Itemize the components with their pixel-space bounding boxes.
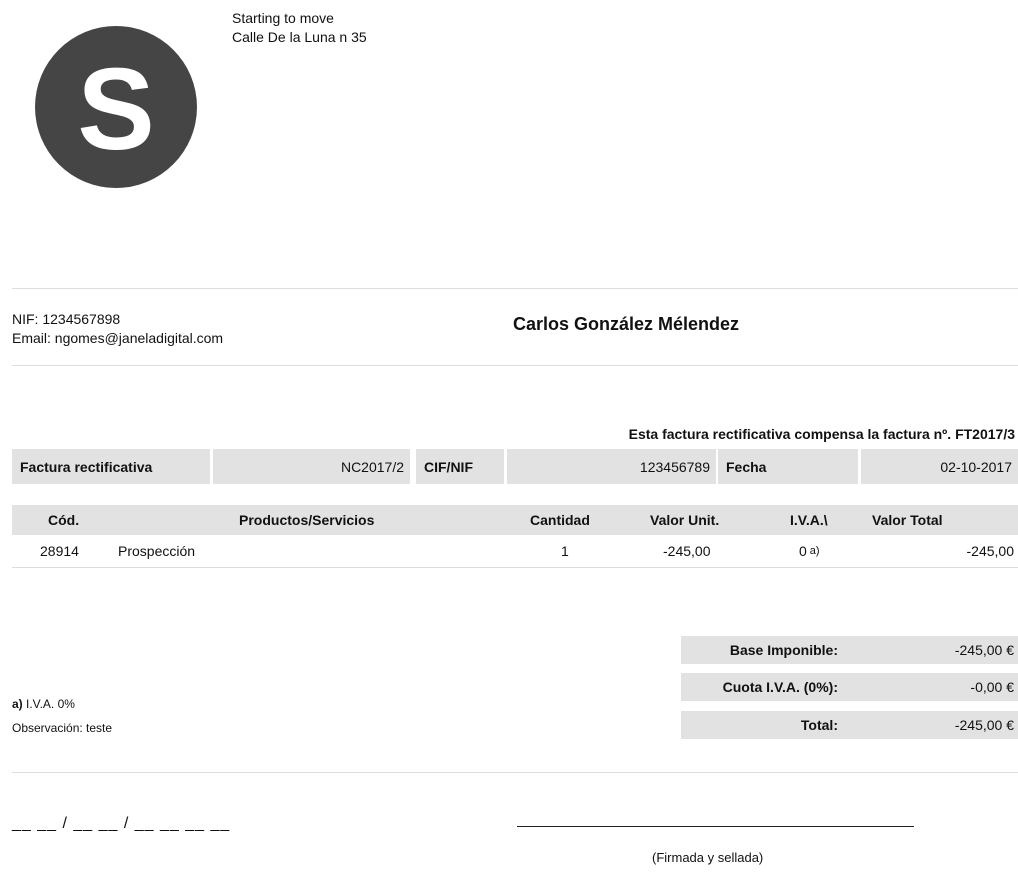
- grand-total-row: Total: -245,00 €: [681, 711, 1018, 739]
- compensation-note: Esta factura rectificativa compensa la f…: [628, 426, 1015, 442]
- items-table-header: Cód. Productos/Servicios Cantidad Valor …: [12, 505, 1018, 535]
- col-code-header: Cód.: [48, 512, 80, 528]
- divider: [12, 288, 1018, 289]
- observation: Observación: teste: [12, 721, 113, 735]
- date-value: 02-10-2017: [861, 449, 1018, 484]
- item-unit: -245,00: [663, 543, 711, 559]
- item-vat: 0 a): [799, 535, 820, 567]
- vat-value: -0,00 €: [970, 679, 1014, 695]
- item-vat-value: 0: [799, 543, 807, 559]
- client-ids: NIF: 1234567898 Email: ngomes@janeladigi…: [12, 310, 223, 348]
- invoice-info-row: Factura rectificativa NC2017/2 CIF/NIF 1…: [12, 449, 1018, 484]
- col-vat-header: I.V.A.\: [790, 512, 828, 528]
- logo-letter: S: [77, 44, 155, 174]
- base-label: Base Imponible:: [729, 642, 838, 658]
- col-total-header: Valor Total: [872, 512, 943, 528]
- notes: a) I.V.A. 0% Observación: teste: [12, 692, 112, 740]
- item-qty: 1: [561, 543, 569, 559]
- company-address: Calle De la Luna n 35: [232, 29, 367, 45]
- date-label: Fecha: [718, 449, 858, 484]
- signature-line: [517, 826, 914, 827]
- company-info: Starting to move Calle De la Luna n 35: [232, 9, 367, 47]
- company-logo: S: [35, 26, 197, 188]
- client-name: Carlos González Mélendez: [513, 314, 740, 334]
- divider: [12, 772, 1018, 773]
- base-value: -245,00 €: [954, 642, 1014, 658]
- signature-caption: (Firmada y sellada): [652, 850, 764, 865]
- divider: [12, 365, 1018, 366]
- item-total: -245,00: [966, 543, 1014, 559]
- cif-value: 123456789: [507, 449, 716, 484]
- vat-label: Cuota I.V.A. (0%):: [722, 679, 838, 695]
- vat-footnote-text: I.V.A. 0%: [22, 697, 75, 711]
- client-email: Email: ngomes@janeladigital.com: [12, 330, 224, 346]
- vat-footnote: a) I.V.A. 0%: [12, 692, 112, 716]
- table-row: 28914 Prospección 1 -245,00 0 a) -245,00: [12, 535, 1018, 568]
- vat-total-row: Cuota I.V.A. (0%): -0,00 €: [681, 673, 1018, 701]
- col-product-header: Productos/Servicios: [239, 512, 375, 528]
- total-label: Total:: [800, 717, 838, 733]
- item-code: 28914: [40, 543, 79, 559]
- invoice-number: NC2017/2: [213, 449, 410, 484]
- item-vat-note: a): [809, 545, 820, 557]
- vat-footnote-mark: a): [12, 697, 23, 711]
- date-placeholder: __ __ / __ __ / __ __ __ __: [12, 815, 231, 832]
- base-total-row: Base Imponible: -245,00 €: [681, 636, 1018, 664]
- total-value: -245,00 €: [954, 717, 1014, 733]
- invoice-type-label: Factura rectificativa: [12, 449, 210, 484]
- col-qty-header: Cantidad: [530, 512, 590, 528]
- cif-label: CIF/NIF: [416, 449, 504, 484]
- client-nif: NIF: 1234567898: [12, 311, 121, 327]
- col-unit-header: Valor Unit.: [650, 512, 720, 528]
- company-name: Starting to move: [232, 10, 334, 26]
- item-product: Prospección: [118, 543, 196, 559]
